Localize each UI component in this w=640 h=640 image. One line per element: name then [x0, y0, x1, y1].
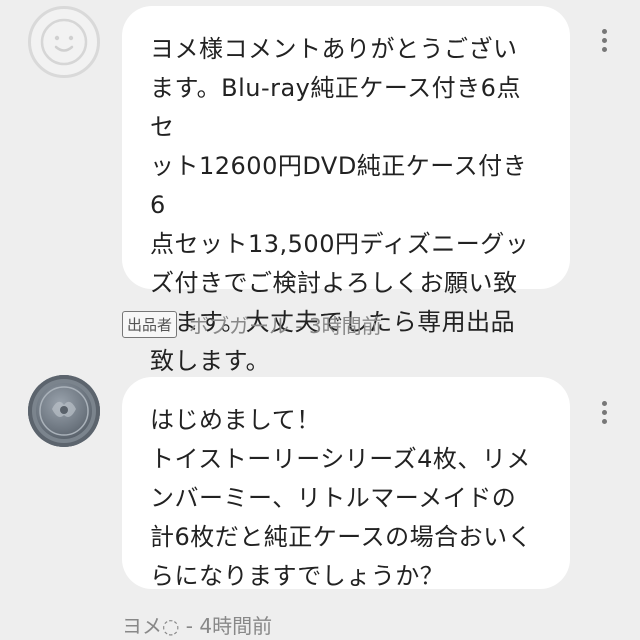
comment-meta: ヨメ◌ - 4時間前 — [122, 610, 272, 639]
smiley-face-icon — [40, 18, 88, 66]
more-options-icon[interactable] — [594, 20, 614, 60]
coin-emblem-icon — [39, 386, 89, 436]
user-avatar[interactable] — [28, 6, 100, 78]
comment-bubble: ヨメ様コメントありがとうござい ます。Blu-ray純正ケース付き6点セ ット1… — [122, 6, 570, 375]
comment-meta: 出品者 ボブガール - 3時間前 — [122, 310, 382, 339]
author-time[interactable]: ボブガール - 3時間前 — [189, 310, 382, 339]
user-avatar[interactable] — [28, 375, 100, 447]
more-options-icon[interactable] — [594, 392, 614, 432]
comment-bubble: はじめまして！ トイストーリーシリーズ4枚、リメ ンバーミー、リトルマーメイドの… — [122, 377, 570, 590]
author-time[interactable]: ヨメ◌ - 4時間前 — [122, 610, 272, 639]
seller-badge: 出品者 — [122, 311, 178, 338]
